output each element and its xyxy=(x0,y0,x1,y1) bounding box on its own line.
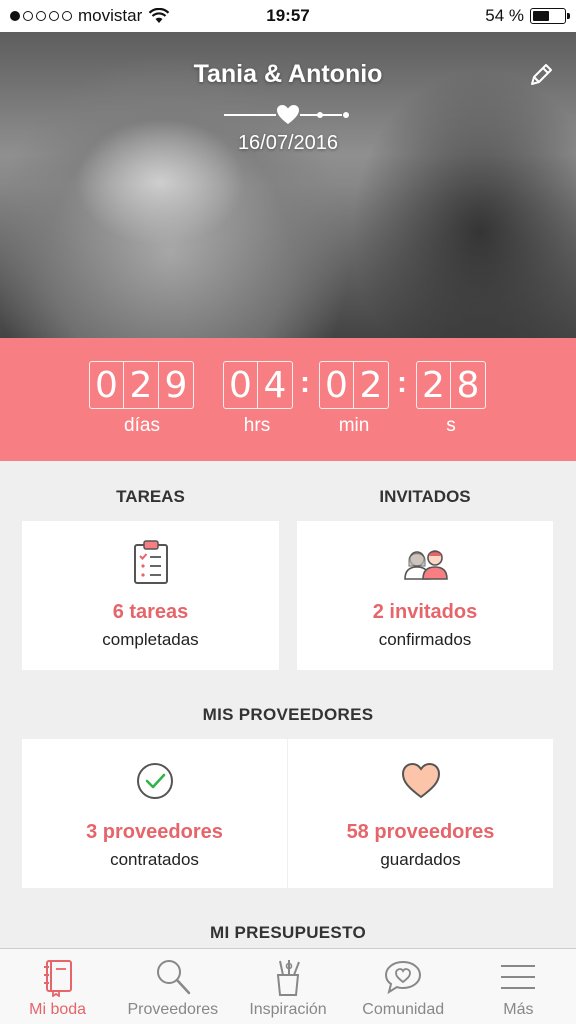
tab-label: Inspiración xyxy=(249,1001,327,1018)
guests-subtitle: confirmados xyxy=(378,630,472,649)
countdown-minutes: 0 2 xyxy=(319,361,389,409)
chat-heart-icon xyxy=(385,960,422,995)
countdown-digit: 2 xyxy=(416,361,451,409)
countdown-hours: 0 4 xyxy=(223,361,293,409)
battery-fill xyxy=(533,11,550,21)
countdown-seconds: 2 8 xyxy=(416,361,486,409)
tab-label: Más xyxy=(503,1001,534,1018)
budget-title: MI PRESUPUESTO xyxy=(210,923,366,942)
signal-strength-icon xyxy=(10,11,72,21)
countdown-hours-label: hrs xyxy=(243,415,271,436)
guests-card[interactable]: 2 invitados confirmados xyxy=(297,521,553,670)
menu-icon xyxy=(501,965,536,989)
clipboard-checklist-icon xyxy=(133,540,168,584)
check-circle-icon xyxy=(136,763,173,799)
countdown-days: 0 2 9 xyxy=(89,361,194,409)
carrier-name: movistar xyxy=(78,6,143,25)
countdown-seconds-label: s xyxy=(446,415,456,436)
battery-percent: 54 % xyxy=(485,6,524,25)
tab-proveedores[interactable]: Proveedores xyxy=(115,949,230,1024)
heart-divider-icon xyxy=(224,105,349,124)
battery-icon xyxy=(530,8,570,24)
saved-vendors-count: 58 proveedores xyxy=(346,821,495,843)
status-left: movistar xyxy=(10,6,170,26)
countdown-colon: : xyxy=(397,366,407,399)
tasks-title: TAREAS xyxy=(116,487,185,506)
hero-photo: Tania & Antonio 16/07/2016 xyxy=(0,32,576,338)
countdown-digit: 0 xyxy=(223,361,258,409)
status-bar: movistar 19:57 54 % xyxy=(0,0,576,32)
tab-label: Proveedores xyxy=(127,1001,219,1018)
countdown-minutes-label: min xyxy=(338,415,370,436)
countdown-banner: 0 2 9 0 4 : 0 2 : 2 8 días hrs min s xyxy=(0,338,576,461)
status-right: 54 % xyxy=(485,6,570,26)
countdown-digit: 2 xyxy=(354,361,389,409)
saved-vendors-card[interactable]: 58 proveedores guardados xyxy=(288,739,553,888)
vendors-title: MIS PROVEEDORES xyxy=(202,705,374,724)
heart-icon xyxy=(401,762,440,799)
tab-mi-boda[interactable]: Mi boda xyxy=(0,949,115,1024)
countdown-digit: 8 xyxy=(451,361,486,409)
countdown-digit: 4 xyxy=(258,361,293,409)
edit-pencil-icon[interactable] xyxy=(526,60,556,90)
guests-couple-icon xyxy=(404,550,448,580)
countdown-colon: : xyxy=(300,366,310,399)
couple-names: Tania & Antonio xyxy=(193,60,383,88)
tab-label: Comunidad xyxy=(362,1001,445,1018)
wedding-date: 16/07/2016 xyxy=(237,132,339,154)
tasks-count: 6 tareas xyxy=(112,601,189,623)
hired-vendors-count: 3 proveedores xyxy=(86,821,223,843)
saved-vendors-subtitle: guardados xyxy=(380,850,461,869)
countdown-digit: 2 xyxy=(124,361,159,409)
notebook-icon xyxy=(43,960,72,997)
countdown-digit: 9 xyxy=(159,361,194,409)
tab-bar: Mi boda Proveedores Inspiración Comunida… xyxy=(0,948,576,1024)
countdown-digit: 0 xyxy=(89,361,124,409)
tab-comunidad[interactable]: Comunidad xyxy=(346,949,461,1024)
countdown-digit: 0 xyxy=(319,361,354,409)
wifi-icon xyxy=(148,8,170,23)
hired-vendors-subtitle: contratados xyxy=(110,850,199,869)
guests-count: 2 invitados xyxy=(372,601,478,623)
guests-title: INVITADOS xyxy=(379,487,471,506)
tasks-card[interactable]: 6 tareas completadas xyxy=(22,521,279,670)
brush-cup-icon xyxy=(276,960,300,996)
tab-inspiracion[interactable]: Inspiración xyxy=(230,949,345,1024)
tasks-subtitle: completadas xyxy=(102,630,199,649)
search-icon xyxy=(156,960,191,995)
countdown-days-label: días xyxy=(124,415,160,436)
tab-mas[interactable]: Más xyxy=(461,949,576,1024)
tab-label: Mi boda xyxy=(29,1001,87,1018)
hired-vendors-card[interactable]: 3 proveedores contratados xyxy=(22,739,287,888)
